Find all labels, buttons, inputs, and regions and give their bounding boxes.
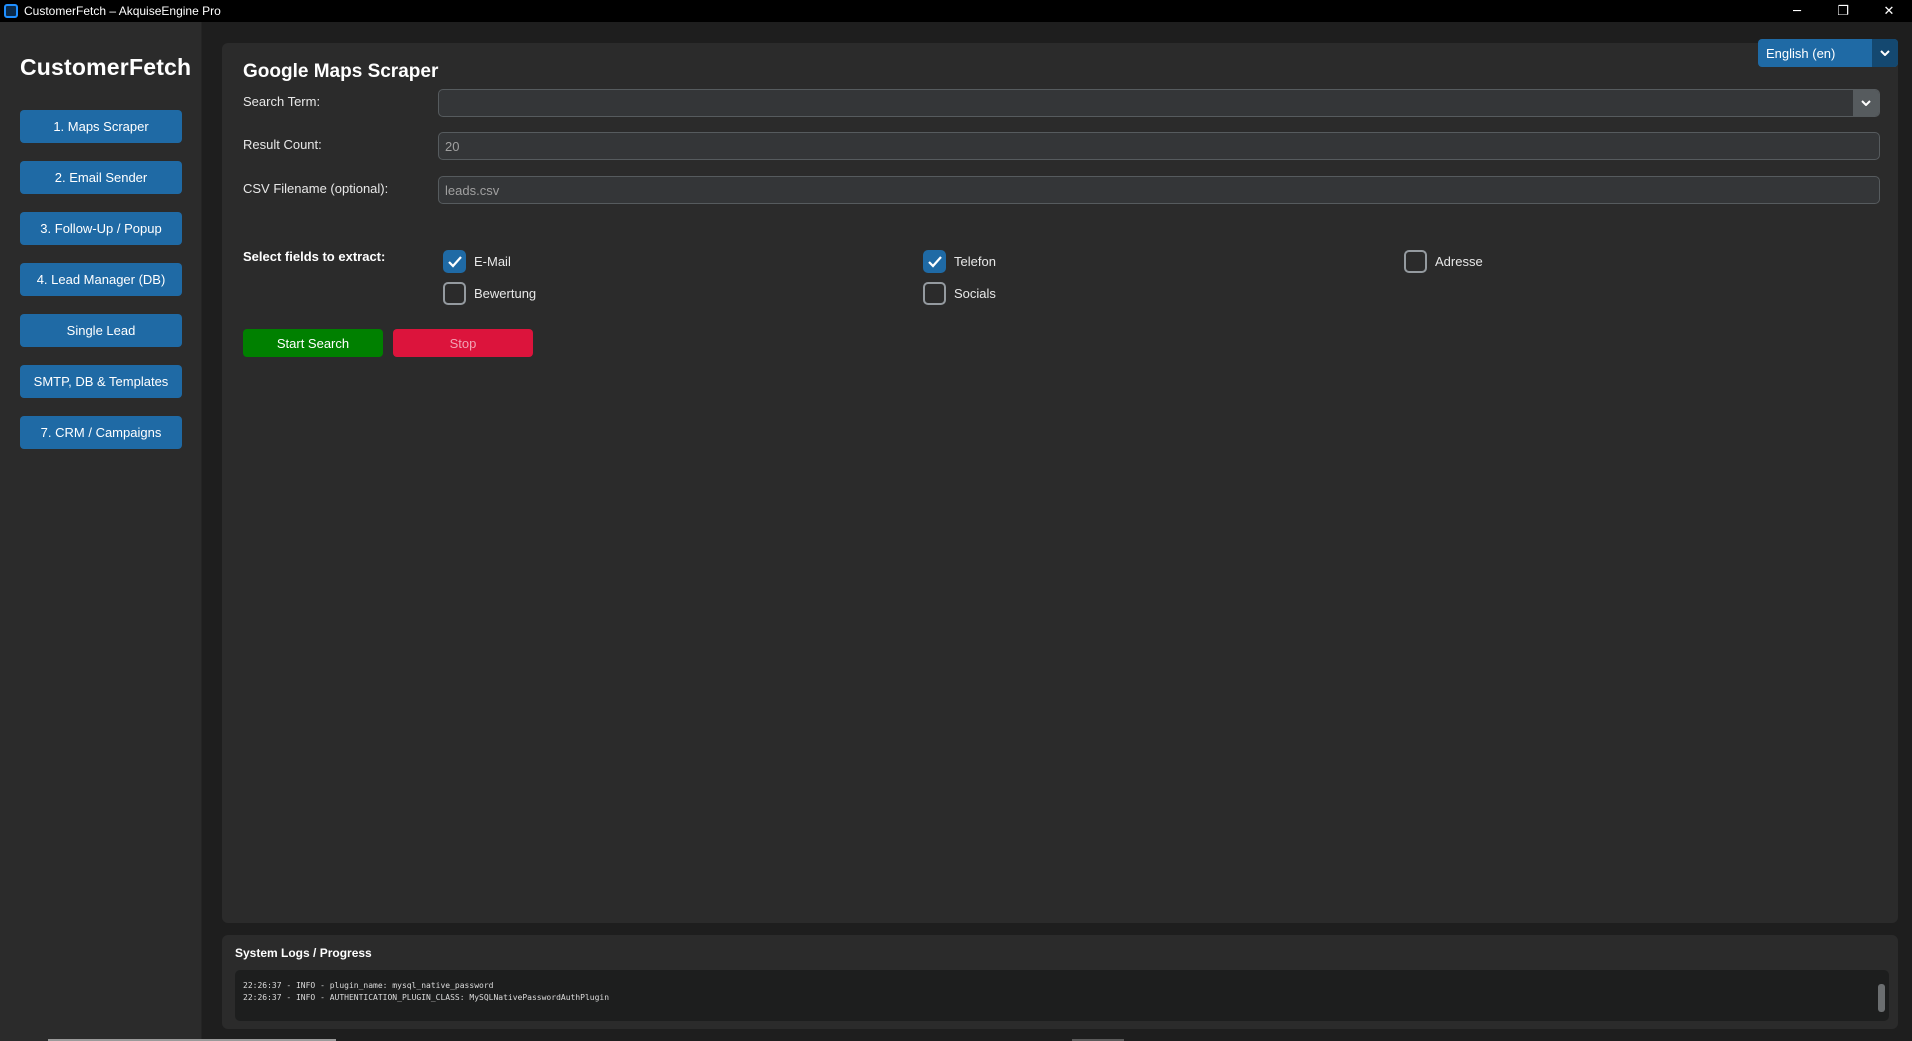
field-adresse-label: Adresse: [1435, 254, 1483, 269]
nav-smtp-db-templates-button[interactable]: SMTP, DB & Templates: [20, 365, 182, 398]
search-term-label: Search Term:: [243, 94, 321, 109]
field-telefon-label: Telefon: [954, 254, 996, 269]
checkbox-empty-icon: [923, 282, 946, 305]
main-panel: Google Maps Scraper English (en) Search …: [222, 39, 1898, 923]
page-title: Google Maps Scraper: [243, 61, 439, 82]
nav-lead-manager-button[interactable]: 4. Lead Manager (DB): [20, 263, 182, 296]
logs-panel: System Logs / Progress 22:26:37 - INFO -…: [222, 935, 1898, 1029]
checkbox-empty-icon: [443, 282, 466, 305]
chevron-down-icon[interactable]: [1872, 39, 1898, 67]
window-titlebar: CustomerFetch – AkquiseEngine Pro ─ ❐ ✕: [0, 0, 1912, 22]
log-line: 22:26:37 - INFO - plugin_name: mysql_nat…: [243, 981, 494, 990]
close-button[interactable]: ✕: [1866, 0, 1912, 22]
logs-title: System Logs / Progress: [235, 946, 372, 960]
checkmark-icon: [923, 250, 946, 273]
field-socials-checkbox[interactable]: Socials: [923, 282, 996, 305]
brand-title: CustomerFetch: [20, 54, 192, 80]
field-bewertung-label: Bewertung: [474, 286, 537, 301]
nav-crm-campaigns-button[interactable]: 7. CRM / Campaigns: [20, 416, 182, 449]
chevron-down-icon[interactable]: [1853, 90, 1879, 116]
window-controls: ─ ❐ ✕: [1774, 0, 1912, 22]
field-email-checkbox[interactable]: E-Mail: [443, 250, 511, 273]
minimize-button[interactable]: ─: [1774, 0, 1820, 22]
checkmark-icon: [443, 250, 466, 273]
nav-single-lead-button[interactable]: Single Lead: [20, 314, 182, 347]
result-count-label: Result Count:: [243, 137, 322, 152]
csv-filename-input[interactable]: leads.csv: [438, 176, 1880, 204]
sidebar: CustomerFetch 1. Maps Scraper 2. Email S…: [0, 22, 202, 1041]
field-socials-label: Socials: [954, 286, 996, 301]
search-term-combobox[interactable]: [438, 89, 1880, 117]
language-select-value: English (en): [1766, 45, 1836, 61]
language-select[interactable]: English (en): [1758, 39, 1898, 67]
checkbox-empty-icon: [1404, 250, 1427, 273]
nav-maps-scraper-button[interactable]: 1. Maps Scraper: [20, 110, 182, 143]
field-email-label: E-Mail: [474, 254, 511, 269]
field-adresse-checkbox[interactable]: Adresse: [1404, 250, 1483, 273]
result-count-input[interactable]: 20: [438, 132, 1880, 160]
log-line: 22:26:37 - INFO - AUTHENTICATION_PLUGIN_…: [243, 993, 610, 1002]
start-search-button[interactable]: Start Search: [243, 329, 383, 357]
window-title: CustomerFetch – AkquiseEngine Pro: [24, 4, 221, 18]
app-icon: [4, 4, 18, 18]
field-telefon-checkbox[interactable]: Telefon: [923, 250, 996, 273]
restore-button[interactable]: ❐: [1820, 0, 1866, 22]
fields-to-extract-label: Select fields to extract:: [243, 249, 386, 264]
stop-button[interactable]: Stop: [393, 329, 533, 357]
logs-scrollbar[interactable]: [1878, 984, 1885, 1012]
logs-textbox[interactable]: 22:26:37 - INFO - plugin_name: mysql_nat…: [235, 970, 1889, 1021]
csv-filename-label: CSV Filename (optional):: [243, 181, 389, 196]
nav-email-sender-button[interactable]: 2. Email Sender: [20, 161, 182, 194]
nav-follow-up-button[interactable]: 3. Follow-Up / Popup: [20, 212, 182, 245]
field-bewertung-checkbox[interactable]: Bewertung: [443, 282, 536, 305]
